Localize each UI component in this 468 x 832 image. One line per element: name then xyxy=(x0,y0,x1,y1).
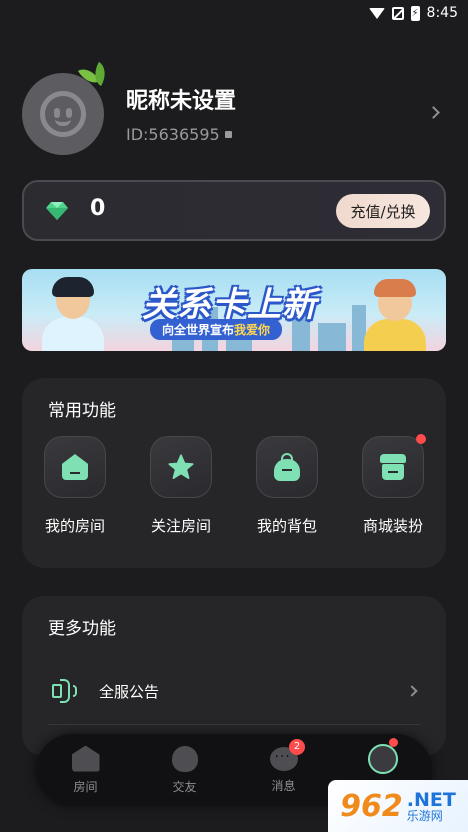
notification-dot xyxy=(416,434,426,444)
user-id-text: ID:5636595 xyxy=(126,125,220,144)
chevron-right-icon[interactable] xyxy=(427,106,440,119)
copy-icon[interactable] xyxy=(224,131,232,138)
more-functions-card: 更多功能 全服公告 xyxy=(22,596,446,756)
my-room-button[interactable]: 我的房间 xyxy=(22,436,128,536)
tab-label: 消息 xyxy=(271,778,296,793)
announcement-row[interactable]: 全服公告 xyxy=(22,674,446,710)
status-bar: ⚡ 8:45 xyxy=(0,0,468,26)
profile-avatar-icon xyxy=(367,743,398,774)
divider xyxy=(48,724,420,725)
recharge-button[interactable]: 充值/兑换 xyxy=(336,194,430,228)
func-label: 商城装扮 xyxy=(362,517,423,535)
friends-icon xyxy=(171,745,198,772)
diamond-balance: 0 xyxy=(90,196,106,221)
star-icon xyxy=(168,454,194,479)
tab-friends[interactable]: 交友 xyxy=(135,745,234,795)
common-functions-card: 常用功能 我的房间 关注房间 我的背包 商城装扮 xyxy=(22,378,446,568)
site-watermark-logo: 962 .NET 乐游网 xyxy=(328,780,468,832)
home-icon xyxy=(71,745,100,772)
wallet-card: 0 充值/兑换 xyxy=(22,180,446,241)
announcement-label: 全服公告 xyxy=(99,683,160,701)
speaker-icon xyxy=(52,679,78,703)
banner-subtitle-text: 向全世界宣布 xyxy=(162,323,235,337)
unread-badge: 2 xyxy=(289,738,305,755)
wifi-icon xyxy=(368,7,385,19)
home-icon xyxy=(62,454,88,480)
banner-character-right xyxy=(360,277,430,351)
notification-dot xyxy=(389,737,398,747)
section-title: 常用功能 xyxy=(48,401,116,421)
watermark-suffix: .NET xyxy=(406,788,456,811)
promo-banner[interactable]: 关系卡上新 向全世界宣布我爱你 xyxy=(22,269,446,351)
banner-subtitle: 向全世界宣布我爱你 xyxy=(150,319,283,340)
leaf-sprout-icon xyxy=(77,61,112,90)
section-title: 更多功能 xyxy=(48,619,116,639)
backpack-icon xyxy=(274,453,300,481)
profile-header[interactable]: 昵称未设置 ID:5636595 xyxy=(22,61,446,160)
nickname: 昵称未设置 xyxy=(126,89,237,114)
tab-messages[interactable]: 2 消息 xyxy=(234,738,333,794)
watermark-number: 962 xyxy=(340,788,403,824)
chevron-right-icon xyxy=(406,685,418,697)
my-backpack-button[interactable]: 我的背包 xyxy=(234,436,340,536)
shop-button[interactable]: 商城装扮 xyxy=(340,434,446,536)
banner-subtitle-highlight: 我爱你 xyxy=(234,323,271,337)
watermark-cn: 乐游网 xyxy=(406,808,443,823)
followed-rooms-button[interactable]: 关注房间 xyxy=(128,436,234,536)
battery-charging-icon: ⚡ xyxy=(410,5,420,21)
user-id: ID:5636595 xyxy=(126,125,232,144)
tab-rooms[interactable]: 房间 xyxy=(36,745,135,795)
tab-label: 交友 xyxy=(172,779,197,794)
default-avatar-icon xyxy=(40,91,86,137)
status-time: 8:45 xyxy=(426,5,458,21)
no-sim-icon xyxy=(391,6,404,20)
shop-icon xyxy=(380,454,406,480)
func-label: 我的房间 xyxy=(44,517,105,535)
tab-label: 房间 xyxy=(73,779,98,794)
diamond-icon xyxy=(46,201,68,221)
func-label: 我的背包 xyxy=(256,517,317,535)
banner-character-left xyxy=(38,277,108,351)
func-label: 关注房间 xyxy=(150,517,211,535)
